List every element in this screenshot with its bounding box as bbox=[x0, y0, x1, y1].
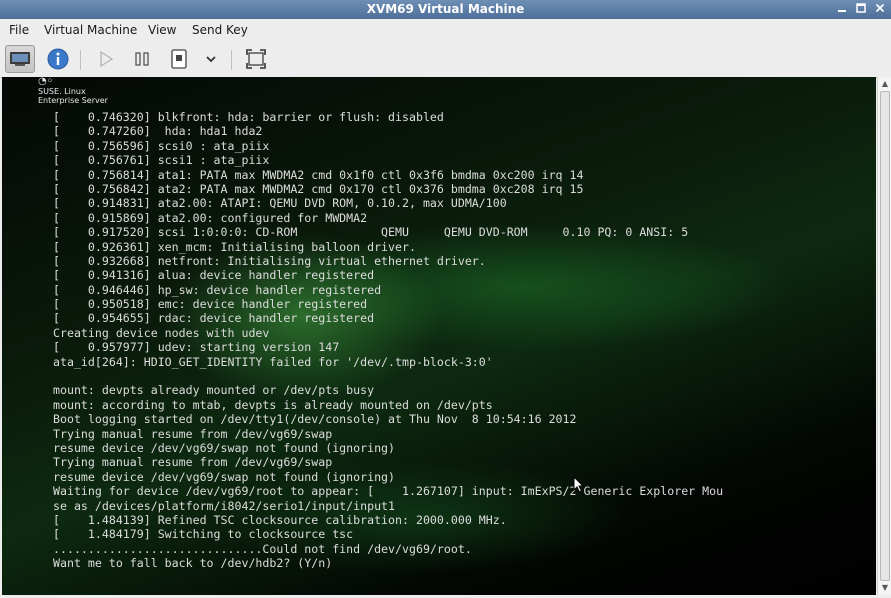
console-line: [ 1.484139] Refined TSC clocksource cali… bbox=[53, 512, 507, 527]
shutdown-menu-button[interactable] bbox=[196, 45, 226, 73]
scrollbar-thumb[interactable] bbox=[880, 91, 890, 581]
console-line: [ 0.941316] alua: device handler registe… bbox=[53, 268, 375, 283]
console-line: [ 0.957977] udev: starting version 147 bbox=[53, 340, 340, 355]
details-info-icon bbox=[47, 48, 69, 70]
mouse-pointer-icon bbox=[573, 476, 585, 493]
console-log: [ 0.746320] blkfront: hda: barrier or fl… bbox=[53, 110, 723, 571]
console-line: Want me to fall back to /dev/hdb2? (Y/n) bbox=[53, 556, 333, 571]
suse-logo: ◔◦ SUSE. Linux Enterprise Server bbox=[38, 77, 108, 105]
console-line: se as /devices/platform/i8042/serio1/inp… bbox=[53, 498, 396, 513]
console-line: resume device /dev/vg69/swap not found (… bbox=[53, 469, 396, 484]
console-line: [ 0.932668] netfront: Initialising virtu… bbox=[53, 253, 486, 268]
suse-logo-mark: ◔◦ bbox=[38, 77, 54, 87]
run-button[interactable] bbox=[91, 45, 121, 73]
menu-virtual-machine[interactable]: Virtual Machine bbox=[41, 23, 140, 37]
console-line: [ 0.746320] blkfront: hda: barrier or fl… bbox=[53, 110, 444, 124]
menu-view[interactable]: View bbox=[145, 23, 179, 37]
shutdown-icon bbox=[171, 49, 187, 69]
fullscreen-icon bbox=[246, 49, 266, 69]
shutdown-button[interactable] bbox=[164, 45, 194, 73]
console-line: [ 1.484179] Switching to clocksource tsc bbox=[53, 527, 354, 542]
scroll-down-icon[interactable]: ▼ bbox=[879, 582, 891, 594]
console-line: [ 0.917520] scsi 1:0:0:0: CD-ROM QEMU QE… bbox=[53, 225, 689, 240]
minimize-icon[interactable] bbox=[834, 2, 850, 17]
pause-button[interactable] bbox=[127, 45, 157, 73]
console-line: Creating device nodes with udev bbox=[53, 325, 270, 340]
console-line: ata_id[264]: HDIO_GET_IDENTITY failed fo… bbox=[53, 354, 493, 369]
menu-bar: File Virtual Machine View Send Key bbox=[0, 19, 891, 42]
close-icon[interactable] bbox=[872, 2, 888, 17]
console-line: [ 0.756842] ata2: PATA max MWDMA2 cmd 0x… bbox=[53, 181, 584, 196]
console-line: mount: devpts already mounted or /dev/pt… bbox=[53, 383, 375, 398]
console-line: Waiting for device /dev/vg69/root to app… bbox=[53, 484, 724, 499]
console-line: [ 0.915869] ata2.00: configured for MWDM… bbox=[53, 210, 368, 225]
details-button[interactable] bbox=[43, 45, 73, 73]
console-line: [ 0.950518] emc: device handler register… bbox=[53, 297, 368, 312]
console-view-icon bbox=[10, 52, 30, 66]
brand-line1: SUSE. Linux bbox=[38, 87, 86, 96]
run-icon bbox=[100, 50, 114, 68]
fullscreen-button[interactable] bbox=[241, 45, 271, 73]
brand-line2: Enterprise Server bbox=[38, 96, 108, 105]
vm-console-display[interactable]: ◔◦ SUSE. Linux Enterprise Server [ 0.746… bbox=[2, 77, 876, 595]
console-line: [ 0.747260] hda: hda1 hda2 bbox=[53, 124, 263, 139]
console-line: [ 0.914831] ata2.00: ATAPI: QEMU DVD ROM… bbox=[53, 196, 507, 211]
console-line: [ 0.756814] ata1: PATA max MWDMA2 cmd 0x… bbox=[53, 167, 584, 182]
console-line: [ 0.946446] hp_sw: device handler regist… bbox=[53, 282, 382, 297]
console-line: Trying manual resume from /dev/vg69/swap bbox=[53, 455, 333, 470]
window-title: XVM69 Virtual Machine bbox=[366, 2, 525, 16]
toolbar bbox=[0, 42, 891, 78]
menu-file[interactable]: File bbox=[6, 23, 32, 37]
console-line: ..............................Could not … bbox=[53, 541, 472, 556]
console-line: Boot logging started on /dev/tty1(/dev/c… bbox=[53, 412, 577, 427]
console-line: mount: according to mtab, devpts is alre… bbox=[53, 397, 493, 412]
maximize-icon[interactable] bbox=[853, 2, 869, 17]
toolbar-separator bbox=[231, 50, 232, 70]
console-line: [ 0.954655] rdac: device handler registe… bbox=[53, 311, 375, 326]
menu-send-key[interactable]: Send Key bbox=[189, 23, 251, 37]
toolbar-separator bbox=[80, 50, 81, 70]
pause-icon bbox=[135, 52, 149, 66]
console-line: [ 0.756596] scsi0 : ata_piix bbox=[53, 138, 270, 153]
console-view-button[interactable] bbox=[5, 45, 35, 73]
vertical-scrollbar[interactable]: ▲ ▼ bbox=[877, 77, 891, 595]
window-titlebar[interactable]: XVM69 Virtual Machine bbox=[0, 0, 891, 19]
console-line: Trying manual resume from /dev/vg69/swap bbox=[53, 426, 333, 441]
scroll-up-icon[interactable]: ▲ bbox=[879, 78, 891, 90]
console-line: resume device /dev/vg69/swap not found (… bbox=[53, 440, 396, 455]
console-line: [ 0.926361] xen_mcm: Initialising balloo… bbox=[53, 239, 416, 254]
console-line: [ 0.756761] scsi1 : ata_piix bbox=[53, 153, 270, 168]
shutdown-menu-chevron-icon bbox=[206, 56, 216, 63]
